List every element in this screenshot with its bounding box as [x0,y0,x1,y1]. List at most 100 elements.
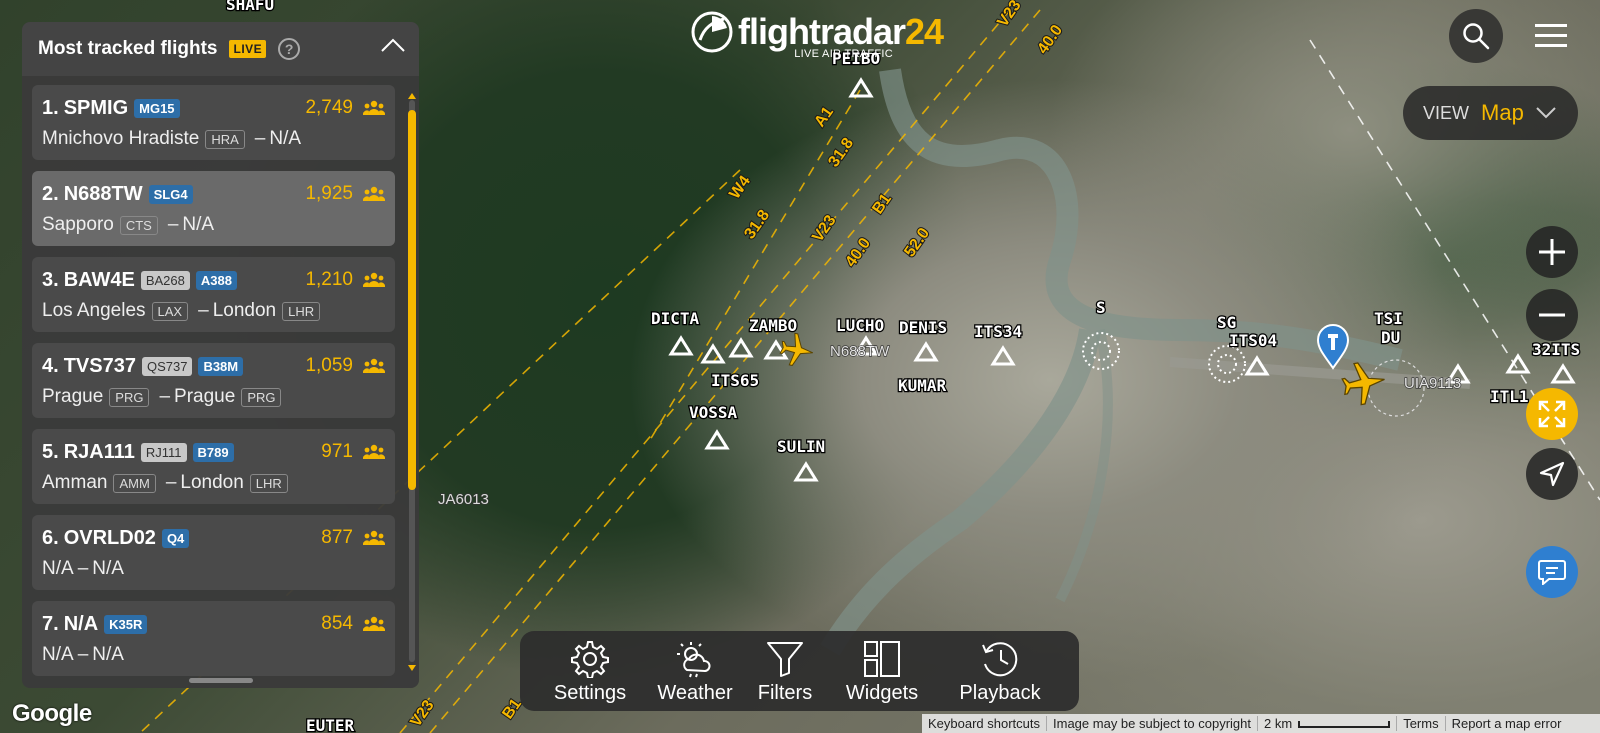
aircraft-label: N688TW [830,343,890,360]
waypoint-label: SHAFU [226,0,274,14]
widgets-button[interactable]: Widgets [842,639,922,705]
my-location-button[interactable] [1526,448,1578,500]
origin-city: N/A [42,558,74,579]
flight-header-row: 1. SPMIG MG15 [42,97,180,120]
tracker-count: 2,749 [305,97,353,118]
waypoint-label: EUTER [306,716,355,733]
filters-button[interactable]: Filters [750,639,820,705]
report-error-link[interactable]: Report a map error [1444,716,1568,731]
flightradar24-logo[interactable]: flightradar24 LIVE AIR TRAFFIC [690,8,944,64]
destination-code: PRG [241,387,282,407]
tracker-count: 877 [321,527,353,548]
flight-callsign: BAW4E [63,269,135,291]
flight-route-row: Prague PRG – Prague PRG [42,386,287,408]
scroll-thumb[interactable] [408,110,416,490]
terms-link[interactable]: Terms [1396,716,1444,731]
flight-rank: 6. [42,527,59,549]
destination-code: LHR [249,473,288,493]
flight-rank: 7. [42,613,59,635]
origin-city: Amman [42,472,108,493]
waypoint-label: LUCHO [836,316,884,335]
origin-city: Sapporo [42,214,114,235]
weather-button[interactable]: Weather [655,639,735,705]
flight-route-row: N/A – N/A [42,558,124,580]
flight-callsign: RJA111 [63,441,135,463]
minus-icon [1539,313,1565,317]
panel-header: Most tracked flights LIVE ? [22,22,419,76]
flight-card[interactable]: 7. N/A K35R 854 N/A – N/A [32,601,395,676]
fullscreen-button[interactable] [1526,388,1578,440]
gear-icon [571,640,609,678]
waypoint-label: DICTA [651,309,700,328]
waypoint-label: ITS34 [974,322,1022,341]
flight-route-row: Amman AMM – London LHR [42,472,294,494]
waypoint-label: 32ITS [1532,340,1580,359]
origin-code: HRA [205,129,245,149]
most-tracked-panel: Most tracked flights LIVE ? 1. SPMIG MG15 2… [22,22,419,688]
airway-label: 52.0 [901,225,933,260]
airway-label: B1 [869,191,895,218]
airway-label: 40.0 [842,235,874,270]
route-dash: – [77,558,89,579]
waypoint-label: ITS04 [1229,331,1277,350]
aircraft-label: UIA9113 [1404,375,1461,392]
flight-number-badge: RJ111 [140,443,187,462]
radar-logo-icon [691,11,733,53]
tracker-count: 854 [321,613,353,634]
settings-button[interactable]: Settings [550,639,630,705]
flight-callsign: SPMIG [63,97,129,119]
flight-header-row: 7. N/A K35R [42,613,148,636]
tracker-count: 971 [321,441,353,462]
flight-callsign: N688TW [63,183,143,205]
panel-resize-handle[interactable] [189,678,253,683]
origin-city: Los Angeles [42,300,146,321]
flight-route-row: Mnichovo Hradiste HRA – N/A [42,128,301,150]
keyboard-shortcuts-link[interactable]: Keyboard shortcuts [922,716,1046,731]
waypoint-label: ITL1 [1490,387,1529,406]
waypoint-label: ZAMBO [749,316,797,335]
flight-card[interactable]: 6. OVRLD02 Q4 877 N/A – N/A [32,515,395,590]
map-view-selector[interactable]: VIEW Map [1403,86,1578,140]
flight-card[interactable]: 2. N688TW SLG4 1,925 Sapporo CTS – N/A [32,171,395,246]
main-menu-button[interactable] [1524,9,1578,63]
flight-route-row: Sapporo CTS – N/A [42,214,214,236]
destination-city: N/A [92,644,124,665]
aircraft-type-badge: SLG4 [148,185,193,204]
flight-card[interactable]: 3. BAW4E BA268 A388 1,210 Los Angeles LAX – Lond… [32,257,395,332]
route-dash: – [167,214,179,235]
flight-card[interactable]: 1. SPMIG MG15 2,749 Mnichovo Hradiste HRA – N/A [32,85,395,160]
aircraft-type-badge: K35R [104,615,148,634]
waypoint-label: ITS65 [711,371,759,390]
tracker-count: 1,059 [305,355,353,376]
flight-route-row: Los Angeles LAX – London LHR [42,300,326,322]
playback-button[interactable]: Playback [950,639,1050,705]
waypoint-label: DENIS [899,318,947,337]
tracker-count: 1,925 [305,183,353,204]
airway-label: 31.8 [741,207,773,242]
waypoint-label: S [1096,298,1106,317]
flight-header-row: 2. N688TW SLG4 [42,183,193,206]
zoom-in-button[interactable] [1526,226,1578,278]
feedback-chat-button[interactable] [1526,546,1578,598]
flight-callsign: OVRLD02 [63,527,156,549]
view-value: Map [1481,100,1524,125]
flight-card[interactable]: 5. RJA111 RJ111 B789 971 Amman AMM – London LHR [32,429,395,504]
panel-scrollbar[interactable] [408,92,416,672]
destination-city: Prague [174,386,236,407]
collapse-chevron-icon[interactable] [381,38,405,52]
bottom-toolbar: Settings Weather Filters Widgets Playbac… [520,631,1079,711]
aircraft-type-badge: Q4 [161,529,190,548]
flight-card[interactable]: 4. TVS737 QS737 B38M 1,059 Prague PRG – Prague PR… [32,343,395,418]
playback-label: Playback [959,682,1041,704]
destination-city: N/A [92,558,124,579]
scroll-down-icon[interactable] [408,664,416,672]
help-icon[interactable]: ? [278,38,301,60]
zoom-out-button[interactable] [1526,289,1578,341]
airport-pin-icon [1316,324,1350,370]
scale-bar [1298,721,1391,729]
route-dash: – [165,472,177,493]
route-dash: – [159,386,171,407]
search-button[interactable] [1449,9,1503,63]
scroll-up-icon[interactable] [408,92,416,100]
aircraft-type-badge: B38M [198,357,244,376]
